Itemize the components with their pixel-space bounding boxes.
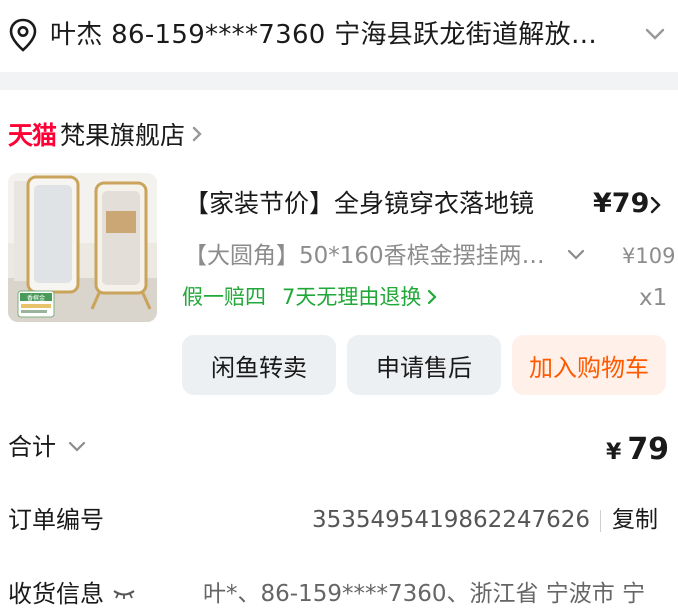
receiver-label-row: 收货信息 (8, 577, 136, 611)
tag-return-policy: 7天无理由退换 (282, 285, 422, 309)
after-sale-button[interactable]: 申请售后 (347, 335, 501, 395)
order-number-label: 订单编号 (8, 506, 104, 534)
chevron-down-icon (645, 28, 665, 40)
resell-button[interactable]: 闲鱼转卖 (182, 335, 336, 395)
chevron-down-icon[interactable] (566, 248, 586, 262)
currency-symbol: ¥ (606, 440, 622, 465)
chevron-right-icon[interactable] (650, 196, 661, 214)
tag-fake-compensation: 假一赔四 (182, 285, 266, 309)
product-title[interactable]: 【家装节价】全身镜穿衣落地镜 (184, 186, 534, 222)
shop-link[interactable]: 天猫 梵果旗舰店 (8, 116, 203, 152)
eye-closed-icon[interactable] (112, 588, 136, 600)
product-price: ¥79 (593, 188, 650, 219)
mirror-product-photo: 香槟金 (8, 173, 157, 322)
chevron-right-icon (428, 289, 437, 305)
address-text: 叶杰 86-159****7360 宁海县跃龙街道解放… (50, 20, 598, 50)
section-divider (0, 72, 678, 90)
original-price: ¥109 (622, 244, 676, 268)
address-row[interactable]: 叶杰 86-159****7360 宁海县跃龙街道解放… (0, 0, 678, 72)
product-image[interactable]: 香槟金 (8, 173, 157, 322)
receiver-info: 叶*、86-159****7360、浙江省 宁波市 宁 (203, 581, 646, 607)
quantity: x1 (639, 285, 668, 311)
total-value: 79 (627, 432, 670, 467)
tmall-logo: 天猫 (8, 121, 57, 150)
receiver-label: 收货信息 (8, 580, 104, 608)
order-number: 3535495419862247626 (312, 507, 591, 533)
service-tags[interactable]: 假一赔四 7天无理由退换 (182, 281, 437, 313)
sku-text[interactable]: 【大圆角】50*160香槟金摆挂两… (184, 240, 545, 272)
total-amount: ¥79 (606, 430, 669, 473)
chevron-right-icon (192, 126, 202, 142)
image-badge: 香槟金 (27, 294, 45, 302)
total-toggle[interactable]: 合计 (8, 430, 86, 464)
chevron-down-icon (68, 441, 86, 452)
total-label: 合计 (8, 433, 56, 461)
location-pin-icon (9, 18, 37, 52)
add-to-cart-button[interactable]: 加入购物车 (512, 335, 666, 395)
shop-name: 梵果旗舰店 (60, 121, 186, 150)
divider (600, 510, 601, 532)
copy-button[interactable]: 复制 (612, 503, 658, 537)
